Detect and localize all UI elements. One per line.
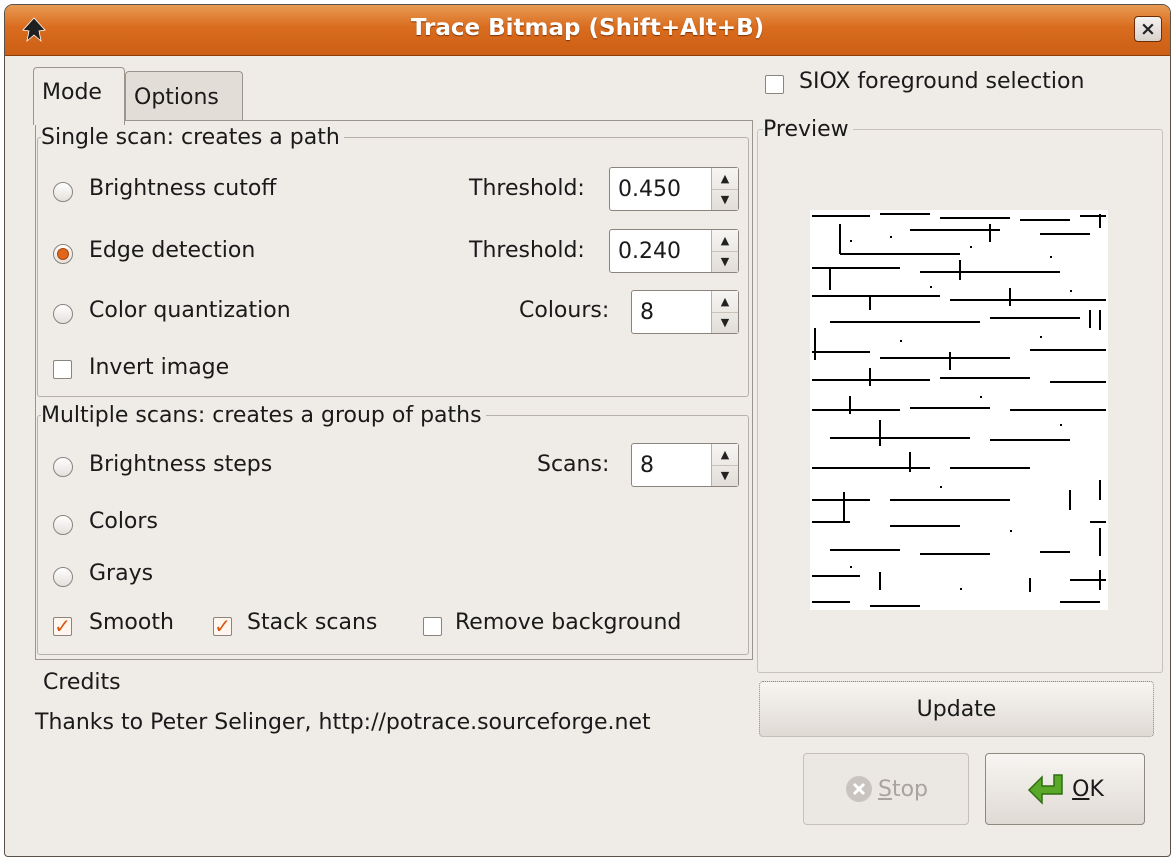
- edge-threshold-spinner[interactable]: ▲▼: [609, 229, 739, 273]
- scans-input[interactable]: [632, 444, 710, 486]
- window-title: Trace Bitmap (Shift+Alt+B): [410, 15, 765, 41]
- tab-options[interactable]: Options: [125, 71, 243, 121]
- spin-up-icon[interactable]: ▲: [712, 444, 738, 466]
- update-button[interactable]: Update: [759, 681, 1154, 737]
- colours-label: Colours:: [519, 298, 610, 323]
- credits-heading: Credits: [43, 670, 121, 695]
- spin-down-icon[interactable]: ▼: [712, 465, 738, 486]
- invert-image-checkbox[interactable]: [53, 360, 72, 379]
- remove-background-checkbox[interactable]: [423, 617, 442, 636]
- smooth-checkbox[interactable]: ✓: [53, 616, 72, 636]
- spin-up-icon[interactable]: ▲: [712, 230, 738, 252]
- stop-mnemonic: S: [877, 776, 892, 802]
- siox-label[interactable]: SIOX foreground selection: [799, 69, 1084, 94]
- colors-label[interactable]: Colors: [89, 509, 158, 534]
- spin-down-icon[interactable]: ▼: [712, 251, 738, 272]
- colours-input[interactable]: [632, 291, 710, 333]
- edge-detection-radio[interactable]: [53, 244, 73, 264]
- brightness-cutoff-label[interactable]: Brightness cutoff: [89, 176, 276, 201]
- brightness-threshold-input[interactable]: [610, 168, 710, 210]
- tab-mode-label: Mode: [42, 80, 102, 105]
- spin-up-icon[interactable]: ▲: [712, 168, 738, 190]
- close-button[interactable]: ×: [1134, 16, 1162, 42]
- multiple-scans-legend: Multiple scans: creates a group of paths: [41, 403, 486, 428]
- ok-mnemonic: O: [1072, 776, 1090, 802]
- spin-down-icon[interactable]: ▼: [712, 312, 738, 333]
- brightness-threshold-label: Threshold:: [469, 176, 585, 201]
- preview-image: [810, 210, 1108, 610]
- remove-background-label[interactable]: Remove background: [455, 610, 681, 635]
- ok-rest: K: [1089, 776, 1104, 802]
- scans-spinner[interactable]: ▲▼: [631, 443, 739, 487]
- edge-threshold-input[interactable]: [610, 230, 710, 272]
- ok-arrow-icon: [1028, 774, 1063, 805]
- color-quantization-radio[interactable]: [53, 304, 73, 324]
- single-scan-legend: Single scan: creates a path: [41, 125, 344, 150]
- brightness-steps-label[interactable]: Brightness steps: [89, 452, 272, 477]
- color-quantization-label[interactable]: Color quantization: [89, 298, 291, 323]
- smooth-label[interactable]: Smooth: [89, 610, 174, 635]
- stack-scans-checkbox[interactable]: ✓: [213, 616, 232, 636]
- stack-scans-label[interactable]: Stack scans: [247, 610, 377, 635]
- edge-threshold-label: Threshold:: [469, 238, 585, 263]
- update-button-label: Update: [916, 696, 997, 722]
- stop-button-label: Stop: [878, 777, 928, 802]
- stop-button[interactable]: Stop: [803, 753, 969, 825]
- spin-up-icon[interactable]: ▲: [712, 291, 738, 313]
- spin-down-icon[interactable]: ▼: [712, 189, 738, 210]
- invert-image-label[interactable]: Invert image: [89, 355, 229, 380]
- ok-button-label: OK: [1072, 777, 1104, 802]
- brightness-steps-radio[interactable]: [53, 457, 73, 477]
- brightness-threshold-spinner[interactable]: ▲▼: [609, 167, 739, 211]
- tab-options-label: Options: [134, 85, 219, 110]
- grays-radio[interactable]: [53, 567, 73, 587]
- credits-text: Thanks to Peter Selinger, http://potrace…: [35, 710, 651, 735]
- siox-checkbox[interactable]: [765, 75, 784, 94]
- ok-button[interactable]: OK: [985, 753, 1145, 825]
- preview-legend: Preview: [763, 117, 853, 142]
- edge-detection-label[interactable]: Edge detection: [89, 238, 255, 263]
- title-bar[interactable]: Trace Bitmap (Shift+Alt+B) ×: [5, 5, 1170, 56]
- stop-icon: [845, 776, 872, 802]
- brightness-cutoff-radio[interactable]: [53, 182, 73, 202]
- grays-label[interactable]: Grays: [89, 561, 153, 586]
- colors-radio[interactable]: [53, 515, 73, 535]
- close-icon: ×: [1140, 18, 1156, 40]
- trace-bitmap-dialog: Trace Bitmap (Shift+Alt+B) × Options Mod…: [4, 4, 1171, 857]
- scans-label: Scans:: [537, 452, 610, 477]
- tab-mode[interactable]: Mode: [33, 67, 125, 125]
- stop-rest: top: [891, 776, 929, 802]
- colours-spinner[interactable]: ▲▼: [631, 290, 739, 334]
